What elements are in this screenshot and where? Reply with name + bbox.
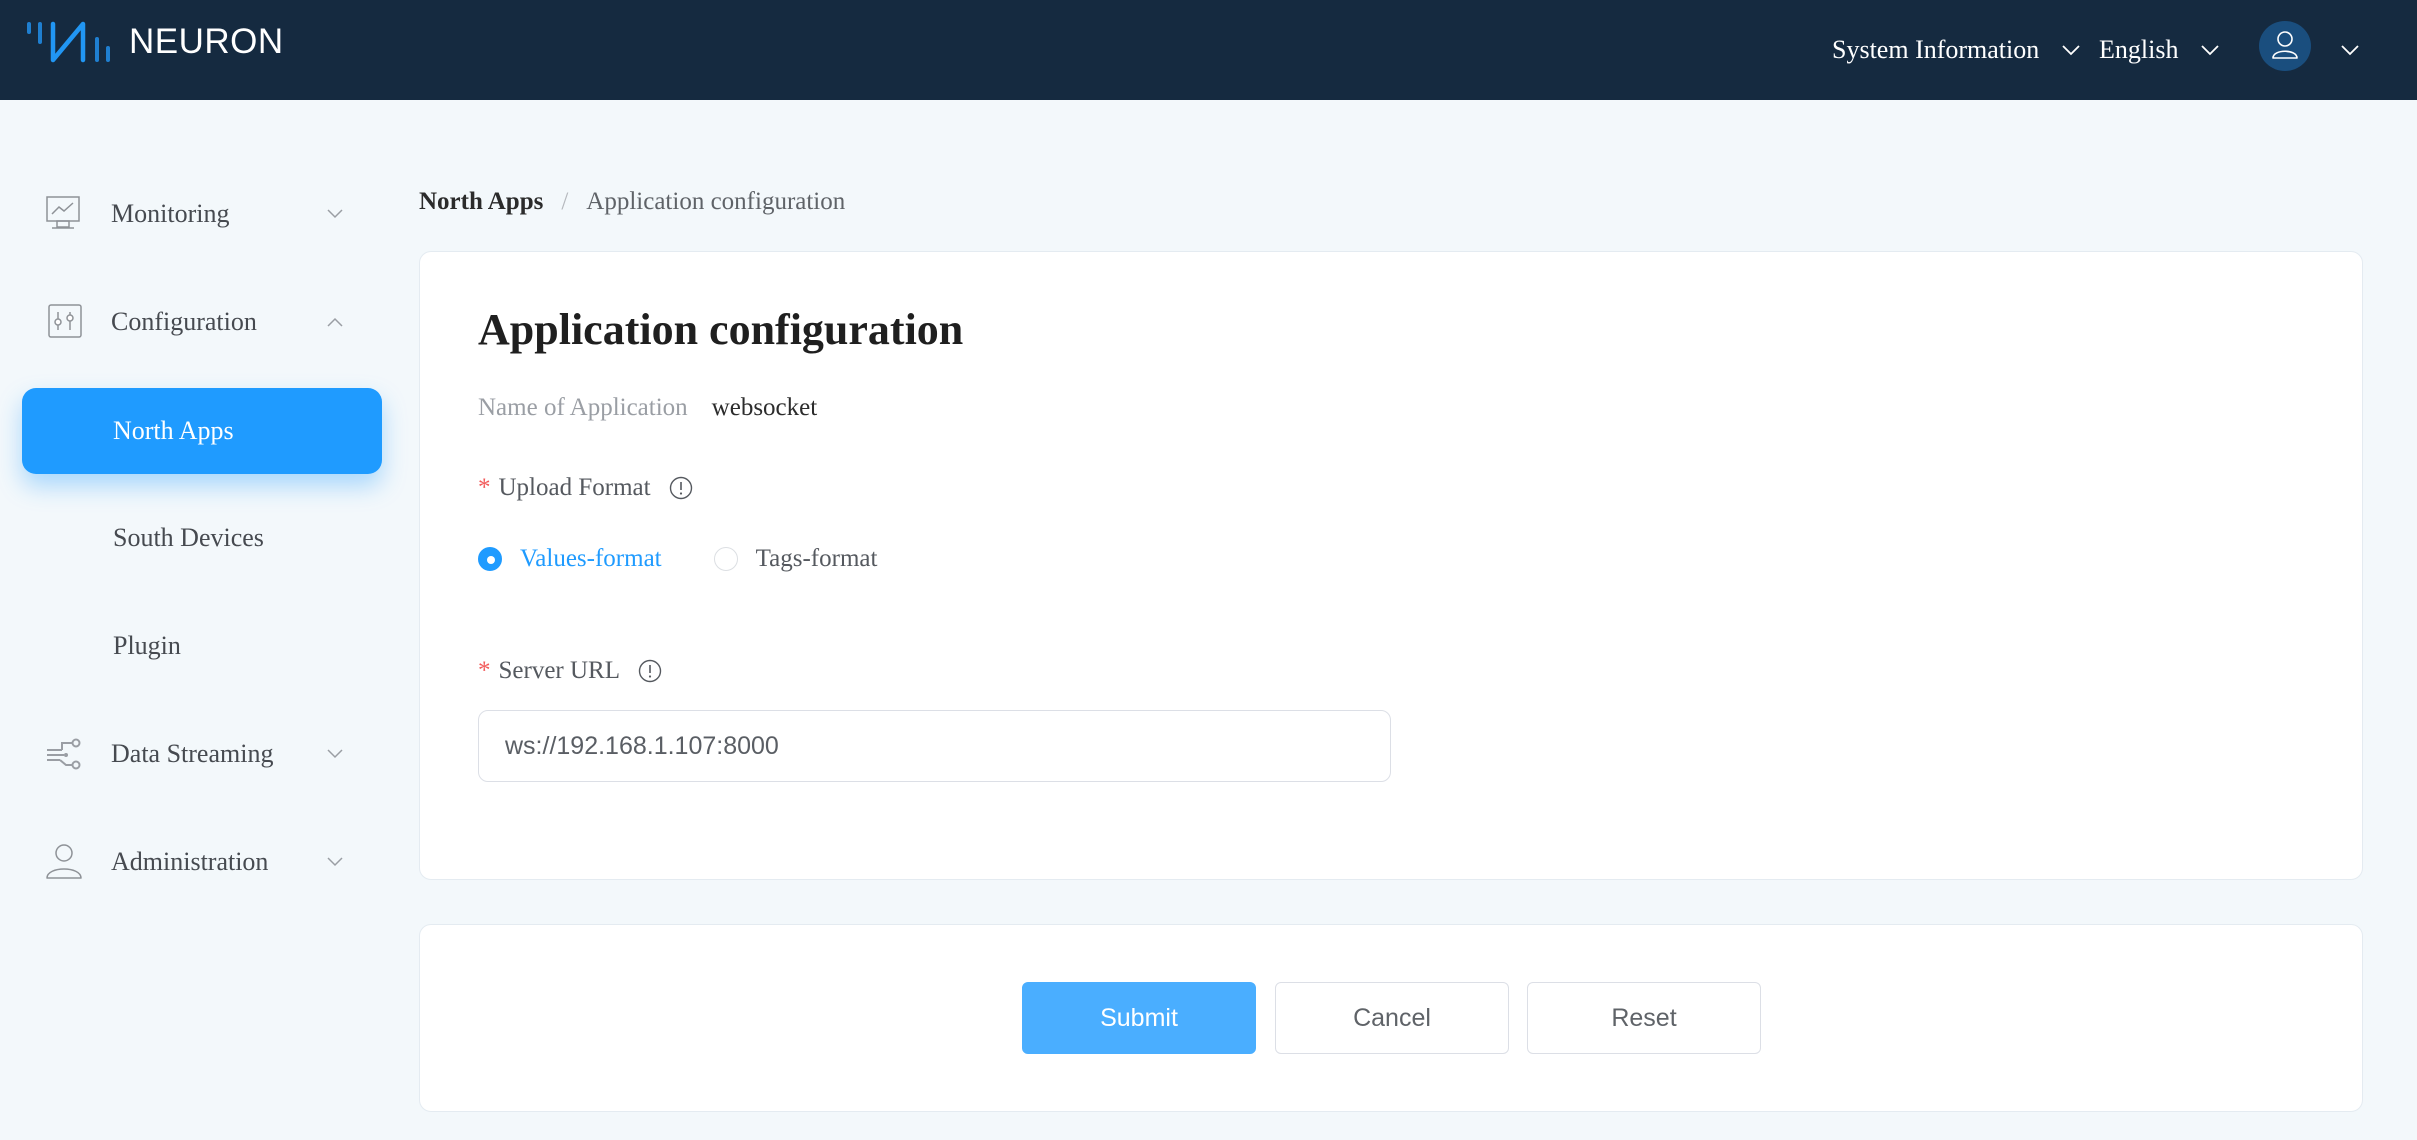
sidebar-item-label: Monitoring [111,199,230,228]
language-dropdown[interactable]: English [2099,30,2220,70]
sidebar-item-label: North Apps [113,416,234,445]
breadcrumb-current: Application configuration [586,188,846,215]
sidebar-item-data-streaming[interactable]: Data Streaming [22,711,382,797]
sidebar: Monitoring Configuration North Apps Sout… [0,100,400,1140]
breadcrumb-separator: / [561,188,569,215]
info-icon[interactable] [669,476,693,500]
sidebar-item-monitoring[interactable]: Monitoring [22,171,382,257]
user-menu-chevron-icon[interactable] [2340,44,2360,56]
sidebar-item-label: Data Streaming [111,739,274,768]
sidebar-item-south-devices[interactable]: South Devices [22,495,382,581]
system-information-label: System Information [1832,35,2040,64]
sidebar-item-administration[interactable]: Administration [22,819,382,905]
server-url-label: * Server URL [478,657,662,685]
form-actions-card: Submit Cancel Reset [419,924,2363,1112]
chevron-down-icon [2062,45,2080,56]
required-mark: * [478,474,491,501]
page-title: Application configuration [478,305,964,354]
user-icon [46,844,82,879]
language-label: English [2099,35,2179,64]
sidebar-item-configuration[interactable]: Configuration [22,279,382,365]
sliders-icon [48,304,82,338]
monitor-chart-icon [46,196,80,229]
sidebar-item-label: Administration [111,847,269,876]
application-name-value: websocket [711,394,818,421]
upload-format-label: * Upload Format [478,474,693,502]
reset-button[interactable]: Reset [1527,982,1761,1054]
values-format-radio[interactable]: Values-format [478,545,662,573]
required-mark: * [478,657,491,684]
chevron-up-icon [327,317,343,327]
application-name-label: Name of Application [478,394,688,421]
info-icon[interactable] [638,659,662,683]
breadcrumb: North Apps / Application configuration [419,188,845,216]
application-name-row: Name of Application websocket [478,394,817,422]
values-format-label[interactable]: Values-format [520,545,662,573]
upload-format-label-text: Upload Format [498,474,651,501]
submit-button[interactable]: Submit [1022,982,1256,1054]
user-avatar[interactable] [2259,21,2311,71]
configuration-form-card: Application configuration Name of Applic… [419,251,2363,880]
chevron-down-icon [2201,45,2220,56]
radio-unchecked-icon[interactable] [713,547,738,571]
upload-format-radio-group: Values-format Tags-format [478,545,877,573]
tags-format-label[interactable]: Tags-format [756,545,878,573]
sidebar-item-label: South Devices [113,523,264,552]
top-header: NEURON System Information English [0,0,2417,100]
tags-format-radio[interactable]: Tags-format [713,545,878,573]
system-information-dropdown[interactable]: System Information [1832,30,2081,70]
sidebar-item-label: Configuration [111,307,257,336]
server-url-input[interactable] [478,710,1391,782]
server-url-label-text: Server URL [498,657,621,684]
user-icon [2272,31,2298,59]
sidebar-item-plugin[interactable]: Plugin [22,603,382,689]
chevron-down-icon [327,749,343,759]
brand-name: NEURON [129,22,284,61]
breadcrumb-north-apps-link[interactable]: North Apps [419,188,543,216]
sidebar-item-north-apps[interactable]: North Apps [22,388,382,474]
circuit-icon [47,738,81,770]
cancel-button[interactable]: Cancel [1275,982,1509,1054]
chevron-down-icon [327,209,343,219]
neuron-logo-icon [27,21,110,63]
radio-checked-icon[interactable] [478,547,502,571]
sidebar-item-label: Plugin [113,631,181,660]
chevron-down-icon [327,857,343,867]
